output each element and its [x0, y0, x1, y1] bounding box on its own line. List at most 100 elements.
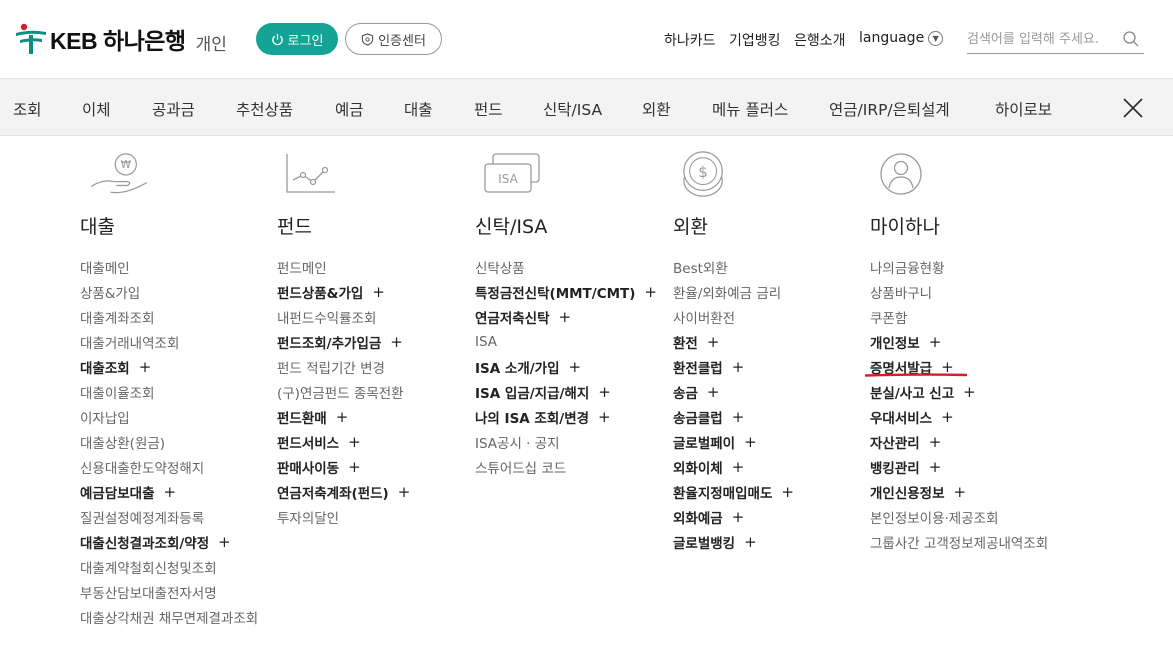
- nav-item-trust-isa[interactable]: 신탁/ISA: [543, 98, 602, 120]
- menu-item[interactable]: ISA: [475, 334, 497, 350]
- search-icon[interactable]: [1122, 30, 1140, 48]
- search-input[interactable]: [967, 26, 1117, 52]
- menu-item[interactable]: 대출계좌조회: [80, 307, 155, 327]
- expand-plus-icon[interactable]: +: [929, 458, 942, 476]
- menu-item[interactable]: 본인정보이용·제공조회: [870, 507, 999, 527]
- expand-plus-icon[interactable]: +: [781, 483, 794, 501]
- nav-item-transfer[interactable]: 이체: [82, 98, 111, 120]
- expand-plus-icon[interactable]: +: [707, 333, 720, 351]
- menu-item[interactable]: 대출거래내역조회: [80, 332, 179, 352]
- expand-plus-icon[interactable]: +: [348, 458, 361, 476]
- menu-title-loan[interactable]: 대출: [80, 212, 115, 239]
- nav-item-forex[interactable]: 외환: [642, 98, 671, 120]
- language-selector[interactable]: language ▼: [859, 30, 944, 46]
- util-link-hana-card[interactable]: 하나카드: [664, 30, 716, 50]
- expand-plus-icon[interactable]: +: [941, 408, 954, 426]
- menu-item[interactable]: 펀드상품&가입: [277, 282, 363, 302]
- menu-item[interactable]: 연금저축계좌(펀드): [277, 482, 389, 502]
- menu-item[interactable]: 환전: [673, 332, 698, 352]
- util-link-corporate-banking[interactable]: 기업뱅킹: [729, 30, 781, 50]
- nav-item-fund[interactable]: 펀드: [474, 98, 503, 120]
- menu-item[interactable]: 글로벌뱅킹: [673, 532, 735, 552]
- menu-item[interactable]: 펀드환매: [277, 407, 327, 427]
- nav-item-pension[interactable]: 연금/IRP/은퇴설계: [829, 98, 950, 120]
- menu-item[interactable]: 환전클럽: [673, 357, 723, 377]
- expand-plus-icon[interactable]: +: [963, 383, 976, 401]
- menu-item[interactable]: 자산관리: [870, 432, 920, 452]
- expand-plus-icon[interactable]: +: [569, 358, 582, 376]
- menu-item[interactable]: 특정금전신탁(MMT/CMT): [475, 282, 635, 302]
- expand-plus-icon[interactable]: +: [164, 483, 177, 501]
- menu-item[interactable]: 우대서비스: [870, 407, 932, 427]
- menu-item[interactable]: 부동산담보대출전자서명: [80, 582, 217, 602]
- menu-item[interactable]: 개인신용정보: [870, 482, 945, 502]
- menu-item[interactable]: (구)연금펀드 종목전환: [277, 382, 404, 402]
- expand-plus-icon[interactable]: +: [707, 383, 720, 401]
- menu-item[interactable]: 펀드서비스: [277, 432, 339, 452]
- menu-item[interactable]: 나의 ISA 조회/변경: [475, 407, 589, 427]
- expand-plus-icon[interactable]: +: [732, 358, 745, 376]
- menu-item[interactable]: 질권설정예정계좌등록: [80, 507, 204, 527]
- menu-item[interactable]: 스튜어드십 코드: [475, 457, 566, 477]
- nav-item-recommend[interactable]: 추천상품: [236, 98, 293, 120]
- menu-item[interactable]: 대출상환(원금): [80, 432, 165, 452]
- expand-plus-icon[interactable]: +: [744, 533, 757, 551]
- menu-item[interactable]: 내펀드수익률조회: [277, 307, 376, 327]
- login-button[interactable]: 로그인: [256, 23, 338, 55]
- nav-item-hirobo[interactable]: 하이로보: [995, 98, 1052, 120]
- menu-item[interactable]: 그룹사간 고객정보제공내역조회: [870, 532, 1048, 552]
- nav-item-utility[interactable]: 공과금: [152, 98, 195, 120]
- menu-item[interactable]: 펀드조회/추가입금: [277, 332, 381, 352]
- expand-plus-icon[interactable]: +: [929, 433, 942, 451]
- expand-plus-icon[interactable]: +: [336, 408, 349, 426]
- menu-item[interactable]: 사이버환전: [673, 307, 735, 327]
- nav-item-inquiry[interactable]: 조회: [13, 98, 42, 120]
- expand-plus-icon[interactable]: +: [372, 283, 385, 301]
- expand-plus-icon[interactable]: +: [644, 283, 657, 301]
- expand-plus-icon[interactable]: +: [559, 308, 572, 326]
- menu-item[interactable]: Best외환: [673, 257, 728, 277]
- menu-item[interactable]: 외화이체: [673, 457, 723, 477]
- menu-item[interactable]: 송금: [673, 382, 698, 402]
- bank-logo[interactable]: KEB 하나은행 개인: [14, 22, 227, 56]
- menu-item[interactable]: 대출조회: [80, 357, 130, 377]
- nav-item-deposit[interactable]: 예금: [335, 98, 364, 120]
- menu-title-trust-isa[interactable]: 신탁/ISA: [475, 212, 547, 239]
- menu-item[interactable]: 연금저축신탁: [475, 307, 550, 327]
- menu-item[interactable]: 외화예금: [673, 507, 723, 527]
- menu-item[interactable]: 상품바구니: [870, 282, 932, 302]
- expand-plus-icon[interactable]: +: [218, 533, 231, 551]
- cert-center-button[interactable]: 인증센터: [345, 23, 442, 55]
- expand-plus-icon[interactable]: +: [348, 433, 361, 451]
- menu-item[interactable]: 대출계약철회신청및조회: [80, 557, 217, 577]
- menu-item[interactable]: 상품&가입: [80, 282, 140, 302]
- menu-item[interactable]: 대출신청결과조회/약정: [80, 532, 209, 552]
- expand-plus-icon[interactable]: +: [598, 383, 611, 401]
- menu-item[interactable]: 펀드메인: [277, 257, 327, 277]
- menu-item[interactable]: 대출이율조회: [80, 382, 155, 402]
- menu-title-forex[interactable]: 외환: [673, 212, 708, 239]
- menu-item[interactable]: ISA공시 · 공지: [475, 432, 560, 452]
- menu-item[interactable]: 글로벌페이: [673, 432, 735, 452]
- menu-item[interactable]: 개인정보: [870, 332, 920, 352]
- menu-item[interactable]: 환율/외화예금 금리: [673, 282, 781, 302]
- expand-plus-icon[interactable]: +: [929, 333, 942, 351]
- expand-plus-icon[interactable]: +: [732, 508, 745, 526]
- expand-plus-icon[interactable]: +: [954, 483, 967, 501]
- menu-item[interactable]: 나의금융현황: [870, 257, 945, 277]
- menu-item[interactable]: ISA 입금/지급/해지: [475, 382, 589, 402]
- expand-plus-icon[interactable]: +: [390, 333, 403, 351]
- menu-item[interactable]: 신탁상품: [475, 257, 525, 277]
- menu-item[interactable]: 투자의달인: [277, 507, 339, 527]
- close-icon[interactable]: [1121, 96, 1145, 120]
- util-link-about-bank[interactable]: 은행소개: [794, 30, 846, 50]
- expand-plus-icon[interactable]: +: [732, 458, 745, 476]
- menu-item[interactable]: ISA 소개/가입: [475, 357, 560, 377]
- menu-item[interactable]: 뱅킹관리: [870, 457, 920, 477]
- menu-item[interactable]: 대출상각채권 채무면제결과조회: [80, 607, 258, 627]
- menu-title-my-hana[interactable]: 마이하나: [870, 212, 940, 239]
- menu-item[interactable]: 판매사이동: [277, 457, 339, 477]
- menu-item[interactable]: 환율지정매입매도: [673, 482, 772, 502]
- expand-plus-icon[interactable]: +: [598, 408, 611, 426]
- expand-plus-icon[interactable]: +: [139, 358, 152, 376]
